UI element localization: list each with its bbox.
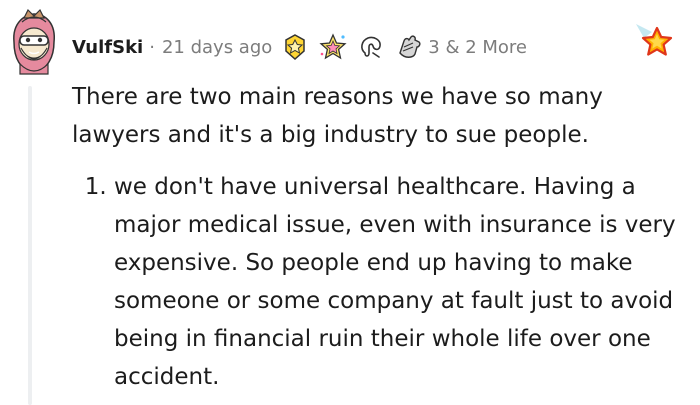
award-star-icon <box>636 24 673 56</box>
helpful-medal-icon[interactable] <box>280 32 310 62</box>
hand-icon[interactable] <box>394 32 424 62</box>
username[interactable]: VulfSki <box>72 37 143 58</box>
comment: VulfSki · 21 days ago 3 & 2 More There a… <box>0 0 700 405</box>
comment-list: we don't have universal healthcare. Havi… <box>72 168 682 396</box>
list-item: we don't have universal healthcare. Havi… <box>114 168 682 396</box>
comment-header: VulfSki · 21 days ago 3 & 2 More <box>72 30 527 64</box>
awards-more-count[interactable]: 3 & 2 More <box>428 37 527 58</box>
silver-icon[interactable] <box>356 32 386 62</box>
meta-separator: · <box>149 36 155 58</box>
thread-line[interactable] <box>28 86 32 405</box>
give-award-button[interactable] <box>630 18 678 64</box>
comment-paragraph: There are two main reasons we have so ma… <box>72 84 603 148</box>
wholesome-star-icon[interactable] <box>318 32 348 62</box>
timestamp[interactable]: 21 days ago <box>162 37 272 58</box>
avatar-icon <box>13 8 55 75</box>
comment-body: There are two main reasons we have so ma… <box>72 78 682 396</box>
user-avatar[interactable] <box>4 8 60 76</box>
